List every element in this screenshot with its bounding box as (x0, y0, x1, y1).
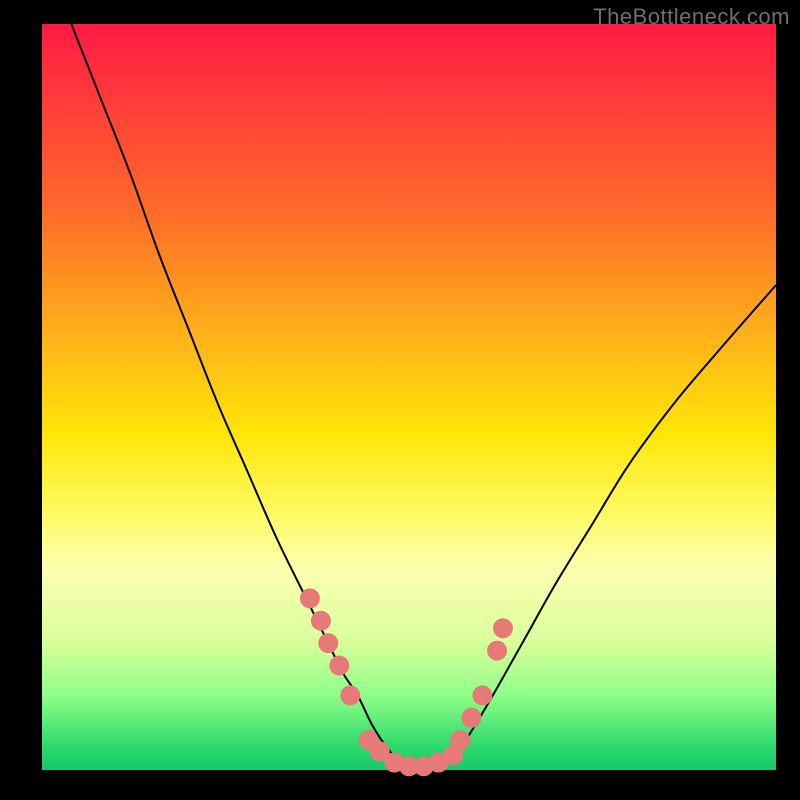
data-point (450, 730, 470, 750)
data-point (461, 708, 481, 728)
chart-svg (42, 24, 776, 770)
data-point (318, 633, 338, 653)
data-point (300, 588, 320, 608)
data-point (340, 685, 360, 705)
data-point (311, 611, 331, 631)
left-curve (71, 24, 423, 770)
data-point (493, 618, 513, 638)
data-point (487, 641, 507, 661)
data-point (329, 656, 349, 676)
highlight-dots (300, 588, 513, 776)
watermark-text: TheBottleneck.com (593, 4, 790, 30)
plot-area (42, 24, 776, 770)
data-point (472, 685, 492, 705)
